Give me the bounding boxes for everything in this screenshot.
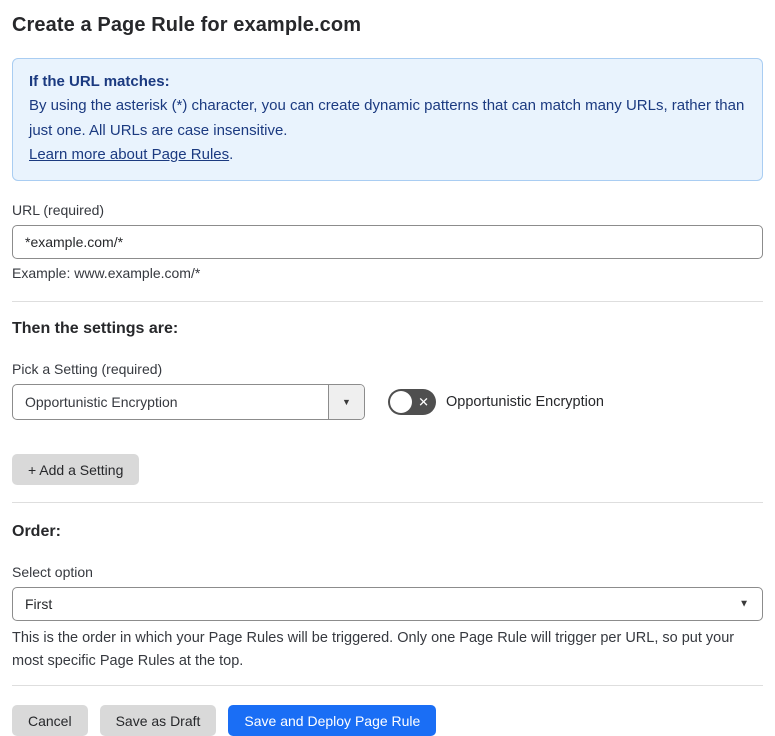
setting-toggle-wrap: ✕ Opportunistic Encryption: [388, 389, 604, 416]
footer-actions: Cancel Save as Draft Save and Deploy Pag…: [12, 705, 763, 736]
order-select-value: First: [25, 596, 53, 613]
order-select[interactable]: First ▼: [12, 587, 763, 622]
page-title: Create a Page Rule for example.com: [12, 14, 362, 36]
setting-row: Opportunistic Encryption ▼ ✕ Opportunist…: [12, 384, 763, 421]
save-as-draft-button[interactable]: Save as Draft: [99, 705, 217, 736]
setting-select-arrow-button[interactable]: ▼: [328, 385, 364, 420]
section-divider: [12, 301, 763, 303]
footer-divider: [12, 685, 763, 687]
toggle-off-x-icon: ✕: [418, 394, 429, 410]
setting-toggle-label: Opportunistic Encryption: [446, 394, 604, 411]
url-input[interactable]: [12, 225, 763, 260]
setting-select[interactable]: Opportunistic Encryption ▼: [12, 384, 365, 421]
section-divider: [12, 502, 763, 504]
toggle-knob: [390, 391, 412, 414]
learn-more-link[interactable]: Learn more about Page Rules: [29, 146, 229, 163]
order-section-heading: Order:: [12, 523, 61, 541]
cancel-button[interactable]: Cancel: [12, 705, 88, 736]
order-select-label: Select option: [12, 564, 93, 581]
pick-setting-label: Pick a Setting (required): [12, 361, 163, 378]
url-field-label: URL (required): [12, 202, 105, 219]
settings-section-heading: Then the settings are:: [12, 320, 179, 338]
opportunistic-encryption-toggle[interactable]: ✕: [388, 389, 436, 416]
chevron-down-icon: ▼: [739, 598, 749, 610]
add-setting-button[interactable]: + Add a Setting: [12, 454, 140, 486]
save-and-deploy-button[interactable]: Save and Deploy Page Rule: [228, 705, 437, 736]
chevron-down-icon: ▼: [342, 397, 351, 408]
order-help-text: This is the order in which your Page Rul…: [12, 630, 735, 669]
info-box-link-line: Learn more about Page Rules.: [29, 143, 746, 167]
info-box-heading: If the URL matches:: [29, 73, 170, 90]
setting-select-value: Opportunistic Encryption: [25, 394, 178, 411]
url-example-text: Example: www.example.com/*: [12, 265, 201, 282]
link-suffix: .: [229, 145, 234, 163]
url-match-info-box: If the URL matches: By using the asteris…: [12, 58, 763, 182]
info-box-body: By using the asterisk (*) character, you…: [29, 97, 745, 139]
